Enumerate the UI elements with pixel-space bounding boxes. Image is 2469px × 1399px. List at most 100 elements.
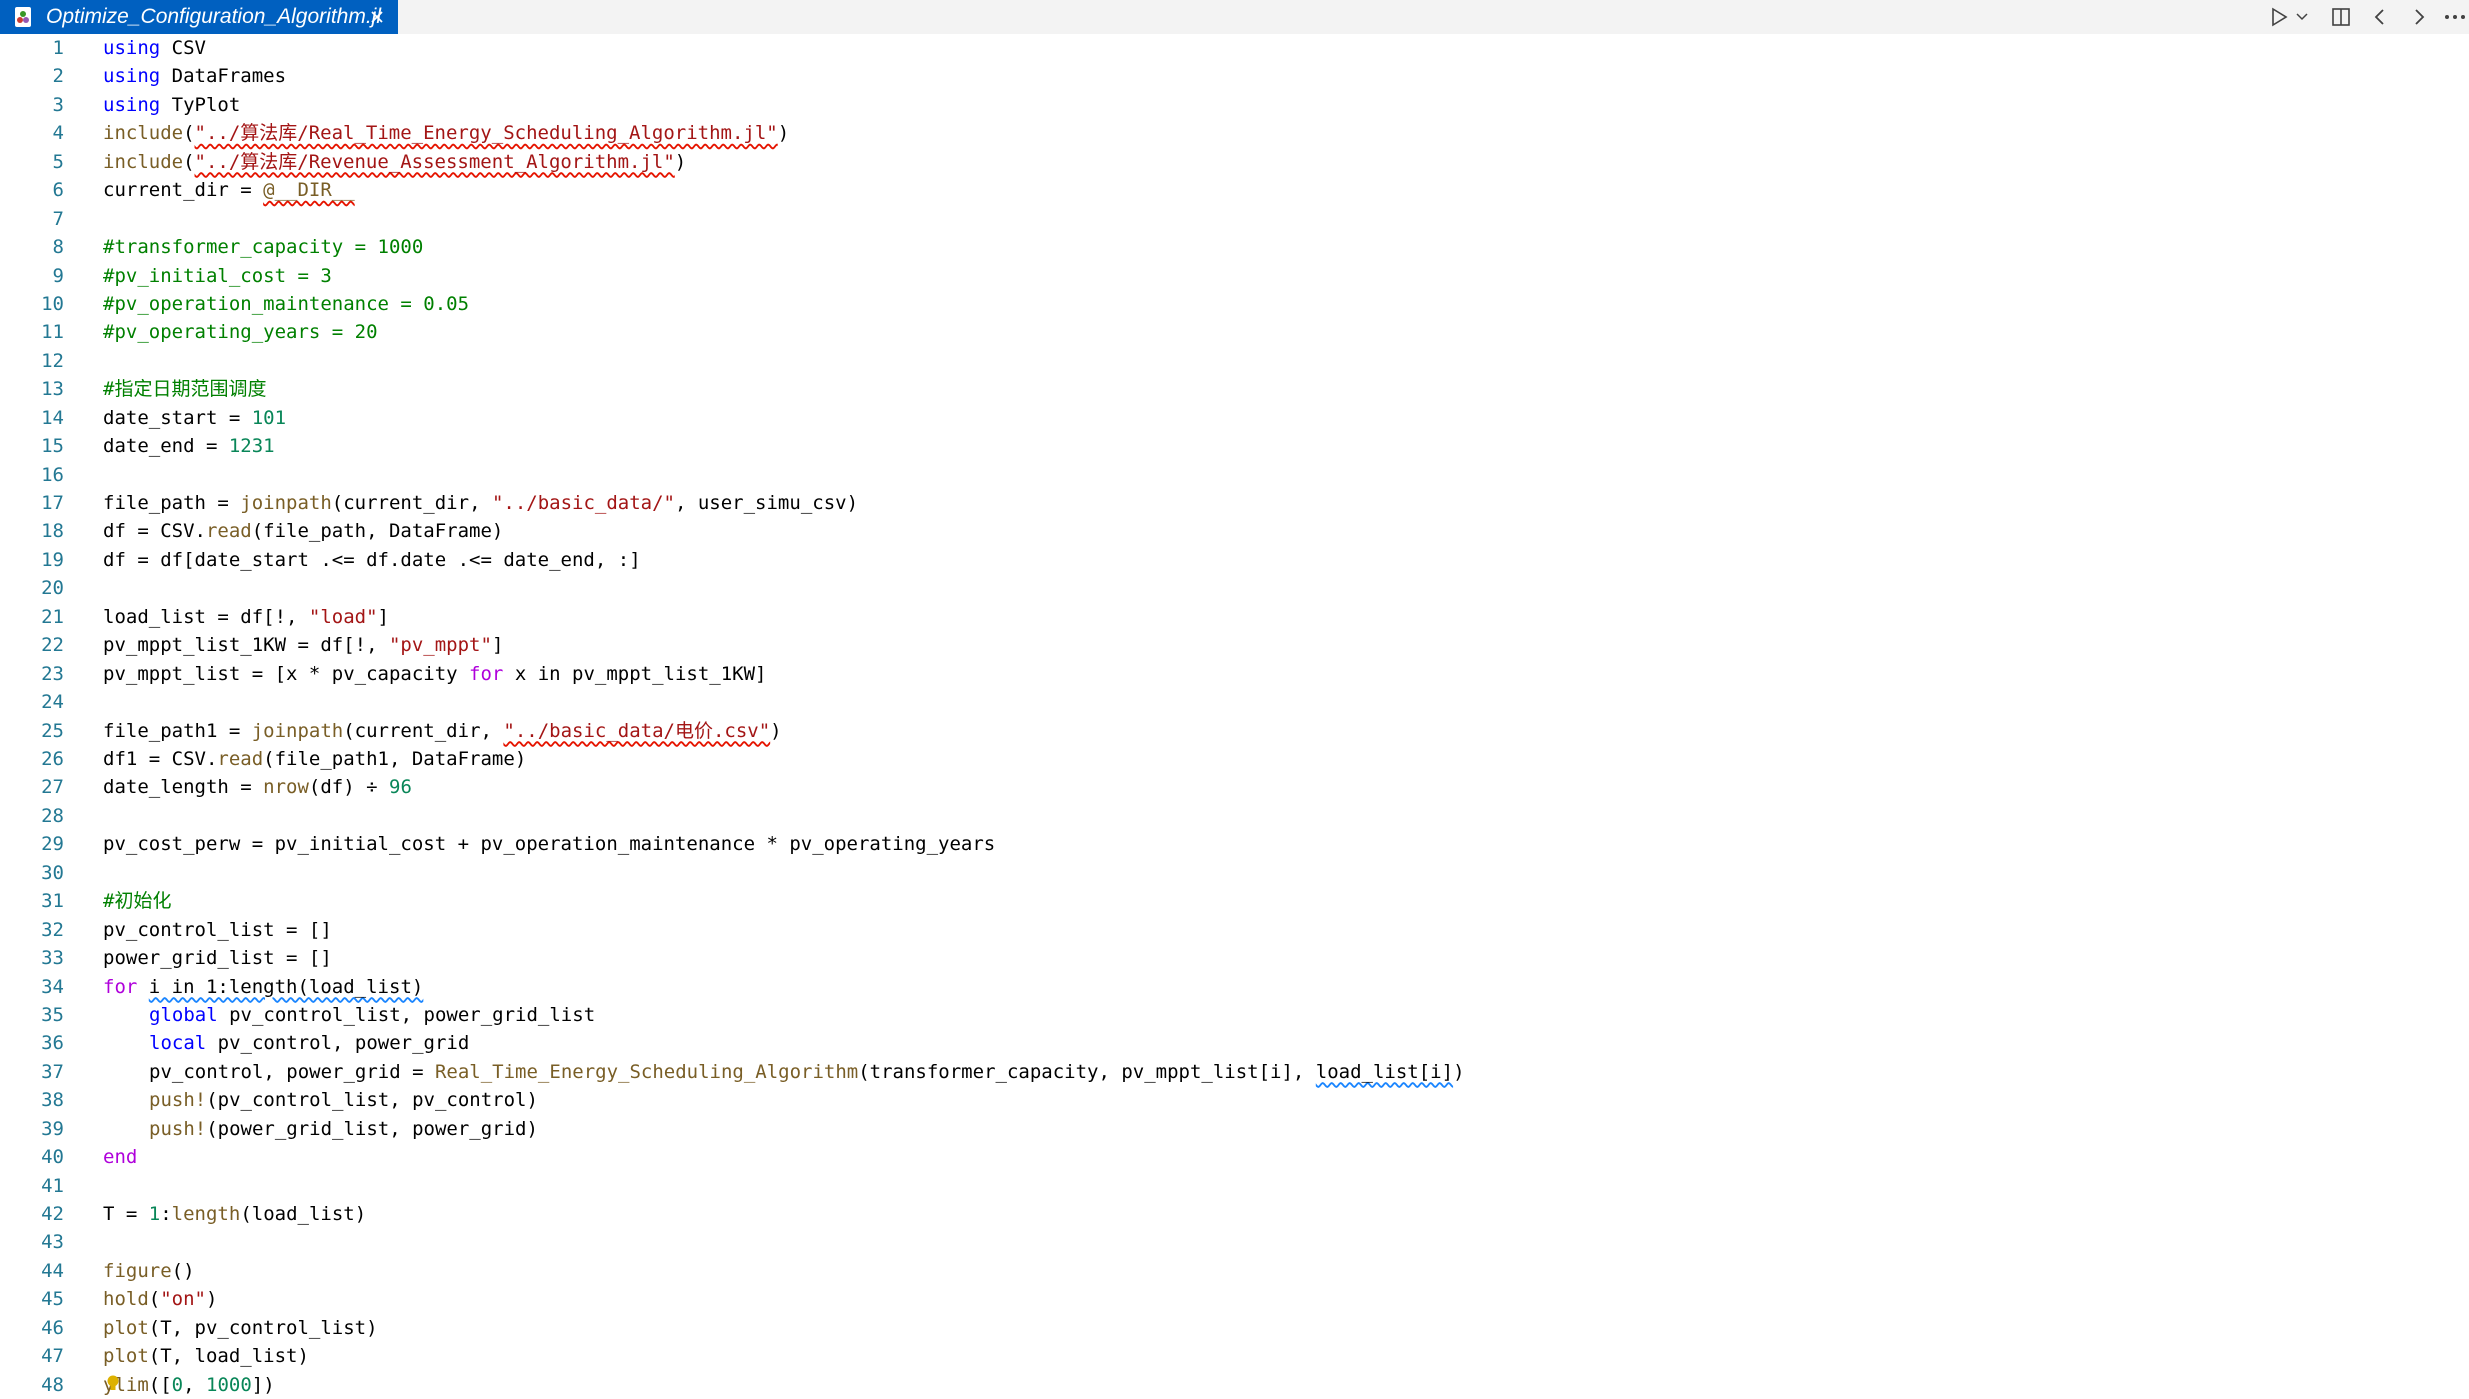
code-line[interactable]: 16 — [0, 461, 2469, 489]
line-number: 36 — [41, 1032, 64, 1055]
code-token: include — [103, 122, 184, 145]
code-line[interactable]: 32 pv_control_list = [] — [0, 916, 2469, 944]
code-line[interactable]: 18 df = CSV.read(file_path, DataFrame) — [0, 517, 2469, 545]
code-line[interactable]: 34 for i in 1:length(load_list) — [0, 973, 2469, 1001]
code-token: pv_mppt_list_1KW] — [560, 662, 767, 685]
code-editor[interactable]: 1 using CSV 2 using DataFrames 3 using TyPlot… — [0, 34, 2469, 1399]
lightbulb-icon[interactable] — [106, 1375, 120, 1391]
code-line[interactable]: 38 push!(pv_control_list, pv_control) — [0, 1086, 2469, 1114]
code-line[interactable]: 31 #初始化 — [0, 887, 2469, 915]
code-token: hold — [103, 1288, 149, 1311]
arrow-right-icon[interactable] — [2408, 6, 2430, 28]
code-token: end — [103, 1146, 138, 1169]
code-text: plot(T, load_list) — [103, 1342, 309, 1370]
code-token: push! — [149, 1117, 207, 1140]
code-token: joinpath — [240, 492, 332, 515]
code-line[interactable]: 3 using TyPlot — [0, 91, 2469, 119]
close-icon[interactable] — [366, 6, 388, 28]
line-number: 25 — [41, 719, 64, 742]
code-line[interactable]: 8 #transformer_capacity = 1000 — [0, 233, 2469, 261]
code-line[interactable]: 33 power_grid_list = [] — [0, 944, 2469, 972]
code-token: "on" — [160, 1288, 206, 1311]
code-line[interactable]: 19 df = df[date_start .<= df.date .<= dat… — [0, 546, 2469, 574]
code-token: ( — [148, 1288, 161, 1311]
code-line[interactable]: 15 date_end = 1231 — [0, 432, 2469, 460]
arrow-left-icon[interactable] — [2369, 6, 2391, 28]
code-line[interactable]: 13 #指定日期范围调度 — [0, 375, 2469, 403]
code-line[interactable]: 21 load_list = df[!, "load"] — [0, 603, 2469, 631]
code-line[interactable]: 7 — [0, 205, 2469, 233]
code-line[interactable]: 35 global pv_control_list, power_grid_lis… — [0, 1001, 2469, 1029]
code-line[interactable]: 1 using CSV — [0, 34, 2469, 62]
code-comment: #pv_operating_years = 20 — [103, 321, 378, 344]
code-line[interactable]: 27 date_length = nrow(df) ÷ 96 — [0, 773, 2469, 801]
code-line[interactable]: 45 hold("on") — [0, 1285, 2469, 1313]
code-line[interactable]: 39 push!(power_grid_list, power_grid) — [0, 1115, 2469, 1143]
code-line[interactable]: 11 #pv_operating_years = 20 — [0, 318, 2469, 346]
line-number: 14 — [41, 406, 64, 429]
code-comment: #指定日期范围调度 — [103, 378, 267, 401]
code-line[interactable]: 24 — [0, 688, 2469, 716]
code-line[interactable]: 25 file_path1 = joinpath(current_dir, "..… — [0, 717, 2469, 745]
code-token: "pv_mppt" — [388, 634, 492, 657]
line-number: 48 — [41, 1373, 64, 1396]
line-number: 43 — [41, 1231, 64, 1254]
code-token: file_path1 = — [103, 719, 252, 742]
code-line[interactable]: 9 #pv_initial_cost = 3 — [0, 262, 2469, 290]
run-icon[interactable] — [2268, 6, 2290, 28]
code-line[interactable]: 30 — [0, 859, 2469, 887]
line-number: 41 — [41, 1174, 64, 1197]
code-line[interactable]: 42 T = 1:length(load_list) — [0, 1200, 2469, 1228]
code-token: push! — [149, 1089, 207, 1112]
code-line[interactable]: 44 figure() — [0, 1257, 2469, 1285]
code-line[interactable]: 10 #pv_operation_maintenance = 0.05 — [0, 290, 2469, 318]
code-text: using DataFrames — [103, 62, 286, 90]
code-token: "load" — [308, 605, 378, 628]
code-line[interactable]: 48 ylim([0, 1000]) — [0, 1371, 2469, 1399]
code-line[interactable]: 2 using DataFrames — [0, 62, 2469, 90]
code-line[interactable]: 26 df1 = CSV.read(file_path1, DataFrame) — [0, 745, 2469, 773]
more-icon[interactable] — [2443, 6, 2467, 28]
code-text: #pv_initial_cost = 3 — [103, 262, 332, 290]
code-line[interactable]: 37 pv_control, power_grid = Real_Time_Ene… — [0, 1058, 2469, 1086]
line-number: 16 — [41, 463, 64, 486]
code-line[interactable]: 23 pv_mppt_list = [x * pv_capacity for x … — [0, 660, 2469, 688]
code-token: local — [149, 1032, 207, 1055]
code-line[interactable]: 20 — [0, 574, 2469, 602]
line-number: 8 — [52, 236, 64, 259]
code-line[interactable]: 22 pv_mppt_list_1KW = df[!, "pv_mppt"] — [0, 631, 2469, 659]
code-token: plot — [103, 1316, 149, 1339]
line-number: 21 — [41, 605, 64, 628]
chevron-down-icon[interactable] — [2294, 6, 2310, 28]
code-token: read — [205, 520, 252, 543]
code-token: 1231 — [228, 435, 275, 458]
code-line[interactable]: 29 pv_cost_perw = pv_initial_cost + pv_op… — [0, 830, 2469, 858]
code-text: file_path = joinpath(current_dir, "../ba… — [103, 489, 858, 517]
code-line[interactable]: 36 local pv_control, power_grid — [0, 1029, 2469, 1057]
line-number: 4 — [52, 122, 64, 145]
code-token: in — [537, 662, 561, 685]
editor-tab-active[interactable]: Optimize_Configuration_Algorithm.jl — [0, 0, 398, 34]
code-line[interactable]: 12 — [0, 347, 2469, 375]
code-token: joinpath — [251, 719, 344, 742]
split-editor-icon[interactable] — [2329, 6, 2353, 28]
code-line[interactable]: 6 current_dir = @__DIR__ — [0, 176, 2469, 204]
code-line[interactable]: 40 end — [0, 1143, 2469, 1171]
code-line[interactable]: 17 file_path = joinpath(current_dir, "../… — [0, 489, 2469, 517]
line-number: 11 — [41, 321, 64, 344]
code-line[interactable]: 46 plot(T, pv_control_list) — [0, 1314, 2469, 1342]
code-text: include("../算法库/Revenue_Assessment_Algor… — [103, 148, 686, 176]
code-text: using CSV — [103, 34, 206, 62]
code-text: df = df[date_start .<= df.date .<= date_… — [103, 546, 641, 574]
code-line[interactable]: 4 include("../算法库/Real_Time_Energy_Schedu… — [0, 119, 2469, 147]
code-line[interactable]: 43 — [0, 1228, 2469, 1256]
code-token: TyPlot — [160, 93, 241, 116]
code-text: push!(power_grid_list, power_grid) — [103, 1115, 538, 1143]
code-line[interactable]: 14 date_start = 101 — [0, 404, 2469, 432]
code-line[interactable]: 47 plot(T, load_list) — [0, 1342, 2469, 1370]
code-line[interactable]: 41 — [0, 1172, 2469, 1200]
code-line[interactable]: 5 include("../算法库/Revenue_Assessment_Algo… — [0, 148, 2469, 176]
code-text: for i in 1:length(load_list) — [103, 973, 423, 1001]
code-line[interactable]: 28 — [0, 802, 2469, 830]
